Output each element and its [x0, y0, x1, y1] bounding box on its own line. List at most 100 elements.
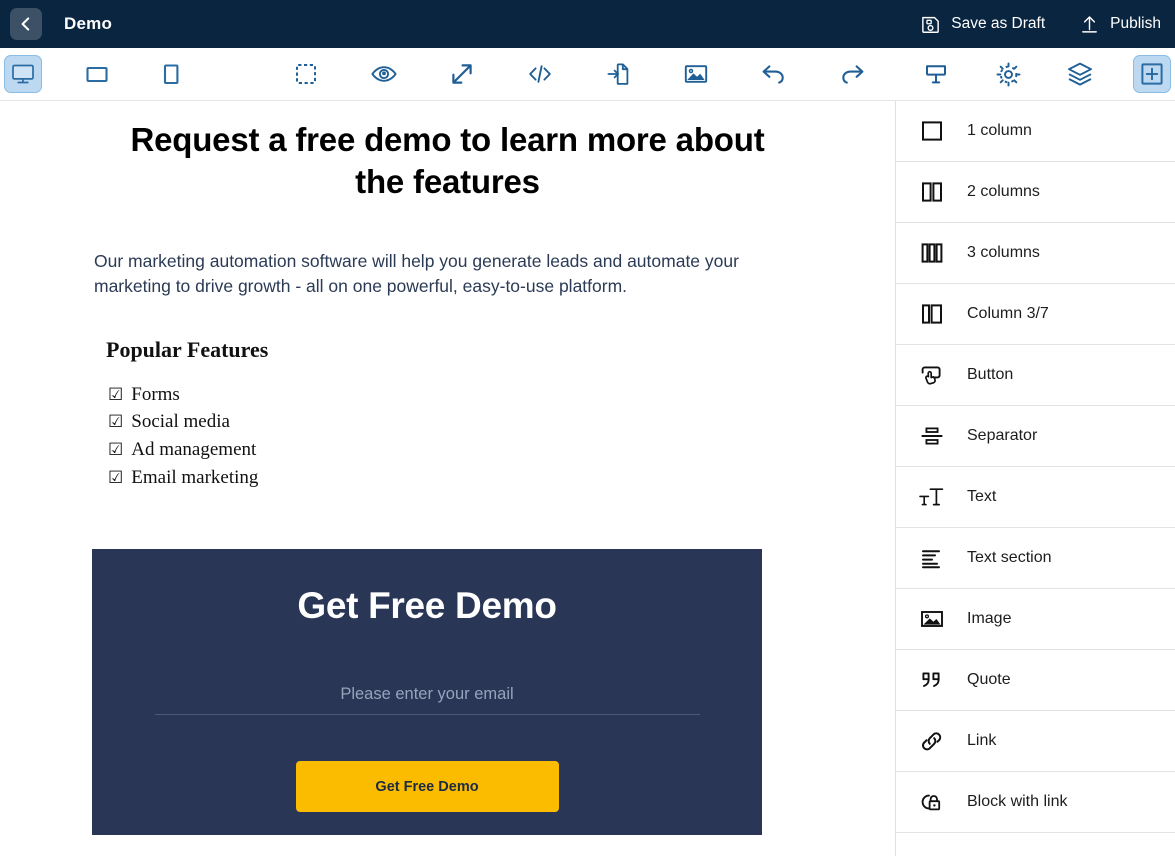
block-item-column-3-7[interactable]: Column 3/7	[896, 284, 1175, 345]
image-icon	[683, 61, 709, 87]
gear-icon	[995, 61, 1022, 88]
media-button[interactable]	[677, 55, 715, 93]
block-with-link-icon	[915, 785, 949, 819]
three-columns-icon	[915, 236, 949, 270]
block-item-3-columns[interactable]: 3 columns	[896, 223, 1175, 284]
code-button[interactable]	[521, 55, 559, 93]
block-item-button[interactable]: Button	[896, 345, 1175, 406]
eye-icon	[370, 60, 398, 88]
import-file-icon	[605, 61, 631, 87]
layers-stack-icon	[1066, 60, 1094, 88]
preview-button[interactable]	[365, 55, 403, 93]
panel-switcher	[917, 55, 1175, 93]
undo-arrow-icon	[760, 60, 788, 88]
mobile-portrait-icon	[158, 61, 184, 87]
desktop-monitor-icon	[10, 61, 36, 87]
page-canvas[interactable]: Request a free demo to learn more about …	[0, 101, 895, 856]
expand-button[interactable]	[443, 55, 481, 93]
save-as-draft-label: Save as Draft	[951, 15, 1046, 32]
one-column-icon	[915, 114, 949, 148]
block-item-2-columns[interactable]: 2 columns	[896, 162, 1175, 223]
block-item-label: Button	[967, 366, 1014, 383]
block-item-label: 2 columns	[967, 183, 1040, 200]
block-item-1-column[interactable]: 1 column	[896, 101, 1175, 162]
features-heading[interactable]: Popular Features	[0, 299, 895, 363]
block-item-label: Block with link	[967, 793, 1068, 810]
block-item-link[interactable]: Link	[896, 711, 1175, 772]
undo-button[interactable]	[755, 55, 793, 93]
block-item-separator[interactable]: Separator	[896, 406, 1175, 467]
list-item[interactable]: ☑ Email marketing	[108, 464, 895, 492]
device-desktop-button[interactable]	[4, 55, 42, 93]
block-item-quote[interactable]: Quote	[896, 650, 1175, 711]
dashed-selection-icon	[294, 62, 318, 86]
block-item-text[interactable]: Text	[896, 467, 1175, 528]
image-frame-icon	[915, 602, 949, 636]
chevron-left-icon	[18, 16, 34, 32]
device-mobile-button[interactable]	[152, 55, 190, 93]
text-size-icon	[915, 480, 949, 514]
button-cursor-icon	[915, 358, 949, 392]
redo-button[interactable]	[833, 55, 871, 93]
checkbox-checked-icon: ☑	[108, 412, 124, 432]
list-item-label: Ad management	[131, 439, 257, 461]
editor-toolbar	[0, 48, 1175, 101]
publish-button[interactable]: Publish	[1079, 14, 1161, 35]
list-item-label: Forms	[131, 383, 180, 405]
block-item-image[interactable]: Image	[896, 589, 1175, 650]
block-item-label: Column 3/7	[967, 305, 1049, 322]
device-switcher	[0, 55, 190, 93]
expand-arrows-icon	[449, 61, 475, 87]
list-item[interactable]: ☑ Ad management	[108, 436, 895, 464]
cta-heading: Get Free Demo	[297, 585, 557, 627]
checkbox-checked-icon: ☑	[108, 468, 124, 488]
text-lines-icon	[915, 541, 949, 575]
plus-square-icon	[1139, 61, 1165, 87]
two-columns-icon	[915, 175, 949, 209]
quote-marks-icon	[915, 663, 949, 697]
block-item-text-section[interactable]: Text section	[896, 528, 1175, 589]
import-button[interactable]	[599, 55, 637, 93]
code-brackets-icon	[527, 61, 553, 87]
settings-button[interactable]	[989, 55, 1027, 93]
app-header: Demo Save as Draft Publish	[0, 0, 1175, 48]
select-area-button[interactable]	[287, 55, 325, 93]
add-block-button[interactable]	[1133, 55, 1171, 93]
tablet-landscape-icon	[84, 61, 110, 87]
back-button[interactable]	[10, 8, 42, 40]
checkbox-checked-icon: ☑	[108, 440, 124, 460]
separator-icon	[915, 419, 949, 453]
block-item-block-with-link[interactable]: Block with link	[896, 772, 1175, 833]
get-free-demo-button[interactable]: Get Free Demo	[295, 761, 559, 813]
list-item[interactable]: ☑ Social media	[108, 408, 895, 436]
editor-body: Request a free demo to learn more about …	[0, 101, 1175, 856]
cta-section[interactable]: Get Free Demo Get Free Demo	[92, 549, 762, 836]
block-item-label: Separator	[967, 427, 1038, 444]
hero-heading[interactable]: Request a free demo to learn more about …	[0, 101, 895, 203]
publish-label: Publish	[1110, 15, 1161, 32]
device-tablet-button[interactable]	[78, 55, 116, 93]
block-item-label: Text	[967, 488, 997, 505]
list-item-label: Email marketing	[131, 467, 259, 489]
checkbox-checked-icon: ☑	[108, 384, 124, 404]
layers-button[interactable]	[1061, 55, 1099, 93]
features-list: ☑ Forms ☑ Social media ☑ Ad management ☑…	[0, 363, 895, 493]
popup-window-icon	[923, 61, 949, 87]
save-as-draft-button[interactable]: Save as Draft	[920, 14, 1045, 35]
email-input[interactable]	[154, 685, 700, 716]
hero-paragraph[interactable]: Our marketing automation software will h…	[0, 203, 895, 299]
block-item-label: Quote	[967, 671, 1011, 688]
block-item-label: 1 column	[967, 122, 1032, 139]
block-item-label: Link	[967, 732, 997, 749]
block-item-label: Image	[967, 610, 1012, 627]
blocks-panel: 1 column 2 columns 3 columns Column 3/7 …	[895, 101, 1175, 856]
list-item[interactable]: ☑ Forms	[108, 381, 895, 409]
header-actions: Save as Draft Publish	[920, 14, 1175, 35]
floppy-disk-icon	[920, 14, 941, 35]
popup-button[interactable]	[917, 55, 955, 93]
block-item-label: Text section	[967, 549, 1052, 566]
upload-arrow-icon	[1079, 14, 1100, 35]
block-item-label: 3 columns	[967, 244, 1040, 261]
redo-arrow-icon	[838, 60, 866, 88]
list-item-label: Social media	[131, 411, 230, 433]
